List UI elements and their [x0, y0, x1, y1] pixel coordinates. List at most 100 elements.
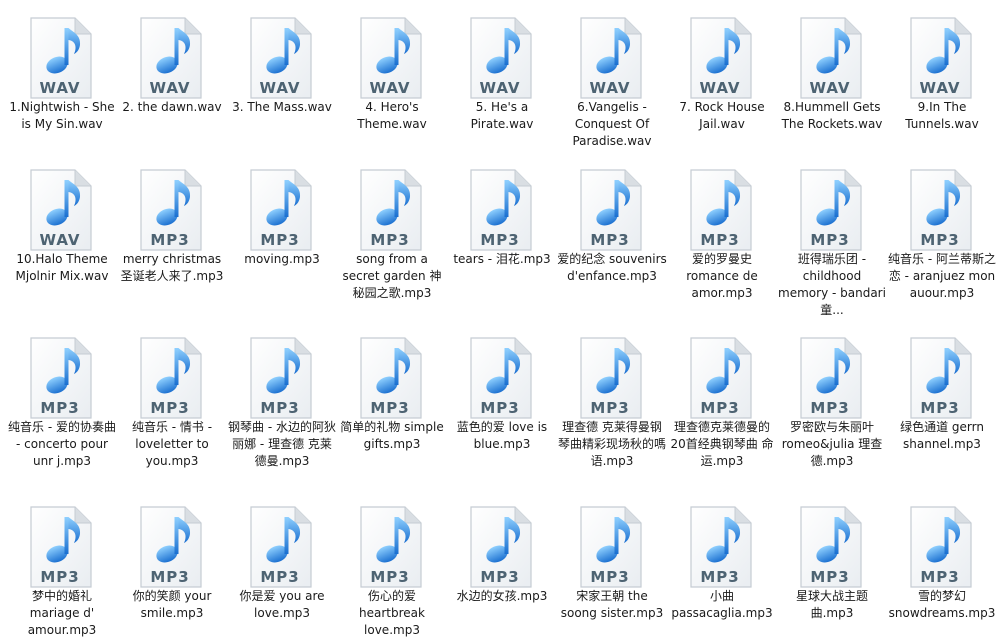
- file-item[interactable]: WAV 7. Rock House Jail.wav: [672, 8, 772, 168]
- audio-file-icon: WAV: [470, 17, 532, 99]
- file-item[interactable]: MP3 伤心的爱 heartbreak love.mp3: [342, 497, 442, 642]
- file-item[interactable]: MP3 小曲 passacaglia.mp3: [671, 497, 773, 642]
- file-name: 星球大战主题曲.mp3: [795, 589, 868, 620]
- svg-text:MP3: MP3: [150, 231, 189, 249]
- file-name: 班得瑞乐团 - childhood memory - bandari 童...: [778, 252, 886, 317]
- file-name: 罗密欧与朱丽叶 romeo&julia 理查德.mp3: [781, 420, 883, 468]
- file-item[interactable]: MP3 理查德克莱德曼的 20首经典钢琴曲 命运.mp3: [670, 328, 774, 488]
- svg-text:WAV: WAV: [919, 79, 960, 97]
- file-item[interactable]: MP3 绿色通道 gerrn shannel.mp3: [892, 328, 992, 488]
- svg-text:WAV: WAV: [149, 79, 190, 97]
- svg-text:MP3: MP3: [700, 231, 739, 249]
- file-name: 蓝色的爱 love is blue.mp3: [456, 420, 548, 451]
- audio-file-icon: MP3: [910, 506, 972, 588]
- svg-text:MP3: MP3: [920, 231, 959, 249]
- audio-file-icon: MP3: [250, 506, 312, 588]
- file-item[interactable]: MP3 爱的罗曼史 romance de amor.mp3: [672, 160, 772, 320]
- audio-file-icon: WAV: [580, 17, 642, 99]
- file-item[interactable]: MP3 蓝色的爱 love is blue.mp3: [452, 328, 552, 488]
- audio-file-icon: WAV: [140, 17, 202, 99]
- audio-file-icon: MP3: [800, 506, 862, 588]
- file-item[interactable]: MP3 song from a secret garden 神秘园之歌.mp3: [342, 160, 442, 320]
- file-name: 雪的梦幻 snowdreams.mp3: [888, 589, 996, 620]
- file-name: 理查德克莱德曼的 20首经典钢琴曲 命运.mp3: [670, 420, 774, 468]
- svg-text:WAV: WAV: [479, 79, 520, 97]
- audio-file-icon: MP3: [250, 169, 312, 251]
- file-name: 你的笑颜 your smile.mp3: [132, 589, 212, 620]
- file-item[interactable]: MP3 merry christmas 圣诞老人来了.mp3: [121, 160, 223, 320]
- file-item[interactable]: MP3 简单的礼物 simple gifts.mp3: [340, 328, 444, 488]
- file-name: 宋家王朝 the soong sister.mp3: [560, 589, 664, 620]
- audio-file-icon: MP3: [690, 506, 752, 588]
- svg-text:MP3: MP3: [590, 231, 629, 249]
- file-item[interactable]: MP3 罗密欧与朱丽叶 romeo&julia 理查德.mp3: [782, 328, 882, 488]
- svg-text:MP3: MP3: [480, 231, 519, 249]
- file-name: 4. Hero's Theme.wav: [357, 100, 427, 131]
- file-name: 7. Rock House Jail.wav: [679, 100, 765, 131]
- file-name: song from a secret garden 神秘园之歌.mp3: [342, 252, 442, 300]
- file-item[interactable]: MP3 tears - 泪花.mp3: [452, 160, 552, 320]
- file-name: 2. the dawn.wav: [122, 100, 222, 114]
- file-item[interactable]: MP3 星球大战主题曲.mp3: [782, 497, 882, 642]
- file-item[interactable]: MP3 纯音乐 - 阿兰蒂斯之恋 - aranjuez mon auour.mp…: [888, 160, 996, 320]
- file-item[interactable]: MP3 宋家王朝 the soong sister.mp3: [561, 497, 663, 642]
- svg-text:MP3: MP3: [370, 399, 409, 417]
- file-item[interactable]: MP3 理查德 克莱得曼钢琴曲精彩现场秋的嗎语.mp3: [558, 328, 666, 488]
- file-item[interactable]: WAV 10.Halo Theme Mjolnir Mix.wav: [12, 160, 112, 320]
- audio-file-icon: WAV: [910, 17, 972, 99]
- file-name: 纯音乐 - 阿兰蒂斯之恋 - aranjuez mon auour.mp3: [888, 252, 996, 300]
- file-name: 纯音乐 - 情书 - loveletter to you.mp3: [131, 420, 213, 468]
- file-name: 爱的纪念 souvenirs d'enfance.mp3: [557, 252, 667, 283]
- file-item[interactable]: WAV 6.Vangelis - Conquest Of Paradise.wa…: [562, 8, 662, 168]
- audio-file-icon: MP3: [250, 337, 312, 419]
- file-item[interactable]: MP3 梦中的婚礼 mariage d' amour.mp3: [12, 497, 112, 642]
- file-name: 理查德 克莱得曼钢琴曲精彩现场秋的嗎语.mp3: [557, 420, 666, 468]
- audio-file-icon: WAV: [360, 17, 422, 99]
- svg-text:MP3: MP3: [150, 399, 189, 417]
- file-item[interactable]: WAV 2. the dawn.wav: [122, 8, 222, 168]
- svg-text:MP3: MP3: [590, 399, 629, 417]
- file-item[interactable]: WAV 5. He's a Pirate.wav: [452, 8, 552, 168]
- svg-text:MP3: MP3: [810, 399, 849, 417]
- file-item[interactable]: MP3 雪的梦幻 snowdreams.mp3: [889, 497, 995, 642]
- svg-text:MP3: MP3: [920, 568, 959, 586]
- file-name: 纯音乐 - 爱的协奏曲 - concerto pour unr j.mp3: [8, 420, 116, 468]
- audio-file-icon: MP3: [30, 337, 92, 419]
- file-item[interactable]: MP3 班得瑞乐团 - childhood memory - bandari 童…: [778, 160, 886, 320]
- audio-file-icon: MP3: [910, 169, 972, 251]
- file-name: 水边的女孩.mp3: [456, 589, 548, 603]
- svg-text:WAV: WAV: [809, 79, 850, 97]
- svg-text:MP3: MP3: [260, 231, 299, 249]
- audio-file-icon: MP3: [910, 337, 972, 419]
- file-name: 10.Halo Theme Mjolnir Mix.wav: [15, 252, 109, 283]
- file-item[interactable]: MP3 水边的女孩.mp3: [452, 497, 552, 642]
- file-item[interactable]: MP3 moving.mp3: [232, 160, 332, 320]
- svg-text:MP3: MP3: [700, 399, 739, 417]
- audio-file-icon: WAV: [250, 17, 312, 99]
- file-item[interactable]: MP3 你的笑颜 your smile.mp3: [122, 497, 222, 642]
- svg-text:MP3: MP3: [920, 399, 959, 417]
- audio-file-icon: MP3: [140, 337, 202, 419]
- file-item[interactable]: MP3 你是爱 you are love.mp3: [232, 497, 332, 642]
- file-name: 简单的礼物 simple gifts.mp3: [340, 420, 444, 451]
- svg-text:MP3: MP3: [40, 399, 79, 417]
- file-item[interactable]: MP3 纯音乐 - 情书 - loveletter to you.mp3: [122, 328, 222, 488]
- file-name: 8.Hummell Gets The Rockets.wav: [781, 100, 883, 131]
- svg-text:MP3: MP3: [150, 568, 189, 586]
- file-item[interactable]: WAV 3. The Mass.wav: [232, 8, 332, 168]
- file-item[interactable]: WAV 1.Nightwish - She is My Sin.wav: [9, 8, 115, 168]
- svg-text:WAV: WAV: [589, 79, 630, 97]
- svg-text:MP3: MP3: [810, 231, 849, 249]
- svg-text:WAV: WAV: [39, 79, 80, 97]
- file-item[interactable]: WAV 4. Hero's Theme.wav: [342, 8, 442, 168]
- file-item[interactable]: MP3 钢琴曲 - 水边的阿狄丽娜 - 理查德 克莱德曼.mp3: [228, 328, 336, 488]
- svg-text:WAV: WAV: [369, 79, 410, 97]
- file-item[interactable]: MP3 爱的纪念 souvenirs d'enfance.mp3: [557, 160, 667, 320]
- file-item[interactable]: MP3 纯音乐 - 爱的协奏曲 - concerto pour unr j.mp…: [8, 328, 116, 488]
- file-item[interactable]: WAV 9.In The Tunnels.wav: [892, 8, 992, 168]
- file-item[interactable]: WAV 8.Hummell Gets The Rockets.wav: [782, 8, 882, 168]
- audio-file-icon: MP3: [690, 337, 752, 419]
- file-name: 6.Vangelis - Conquest Of Paradise.wav: [572, 100, 652, 148]
- svg-text:MP3: MP3: [590, 568, 629, 586]
- svg-text:MP3: MP3: [370, 568, 409, 586]
